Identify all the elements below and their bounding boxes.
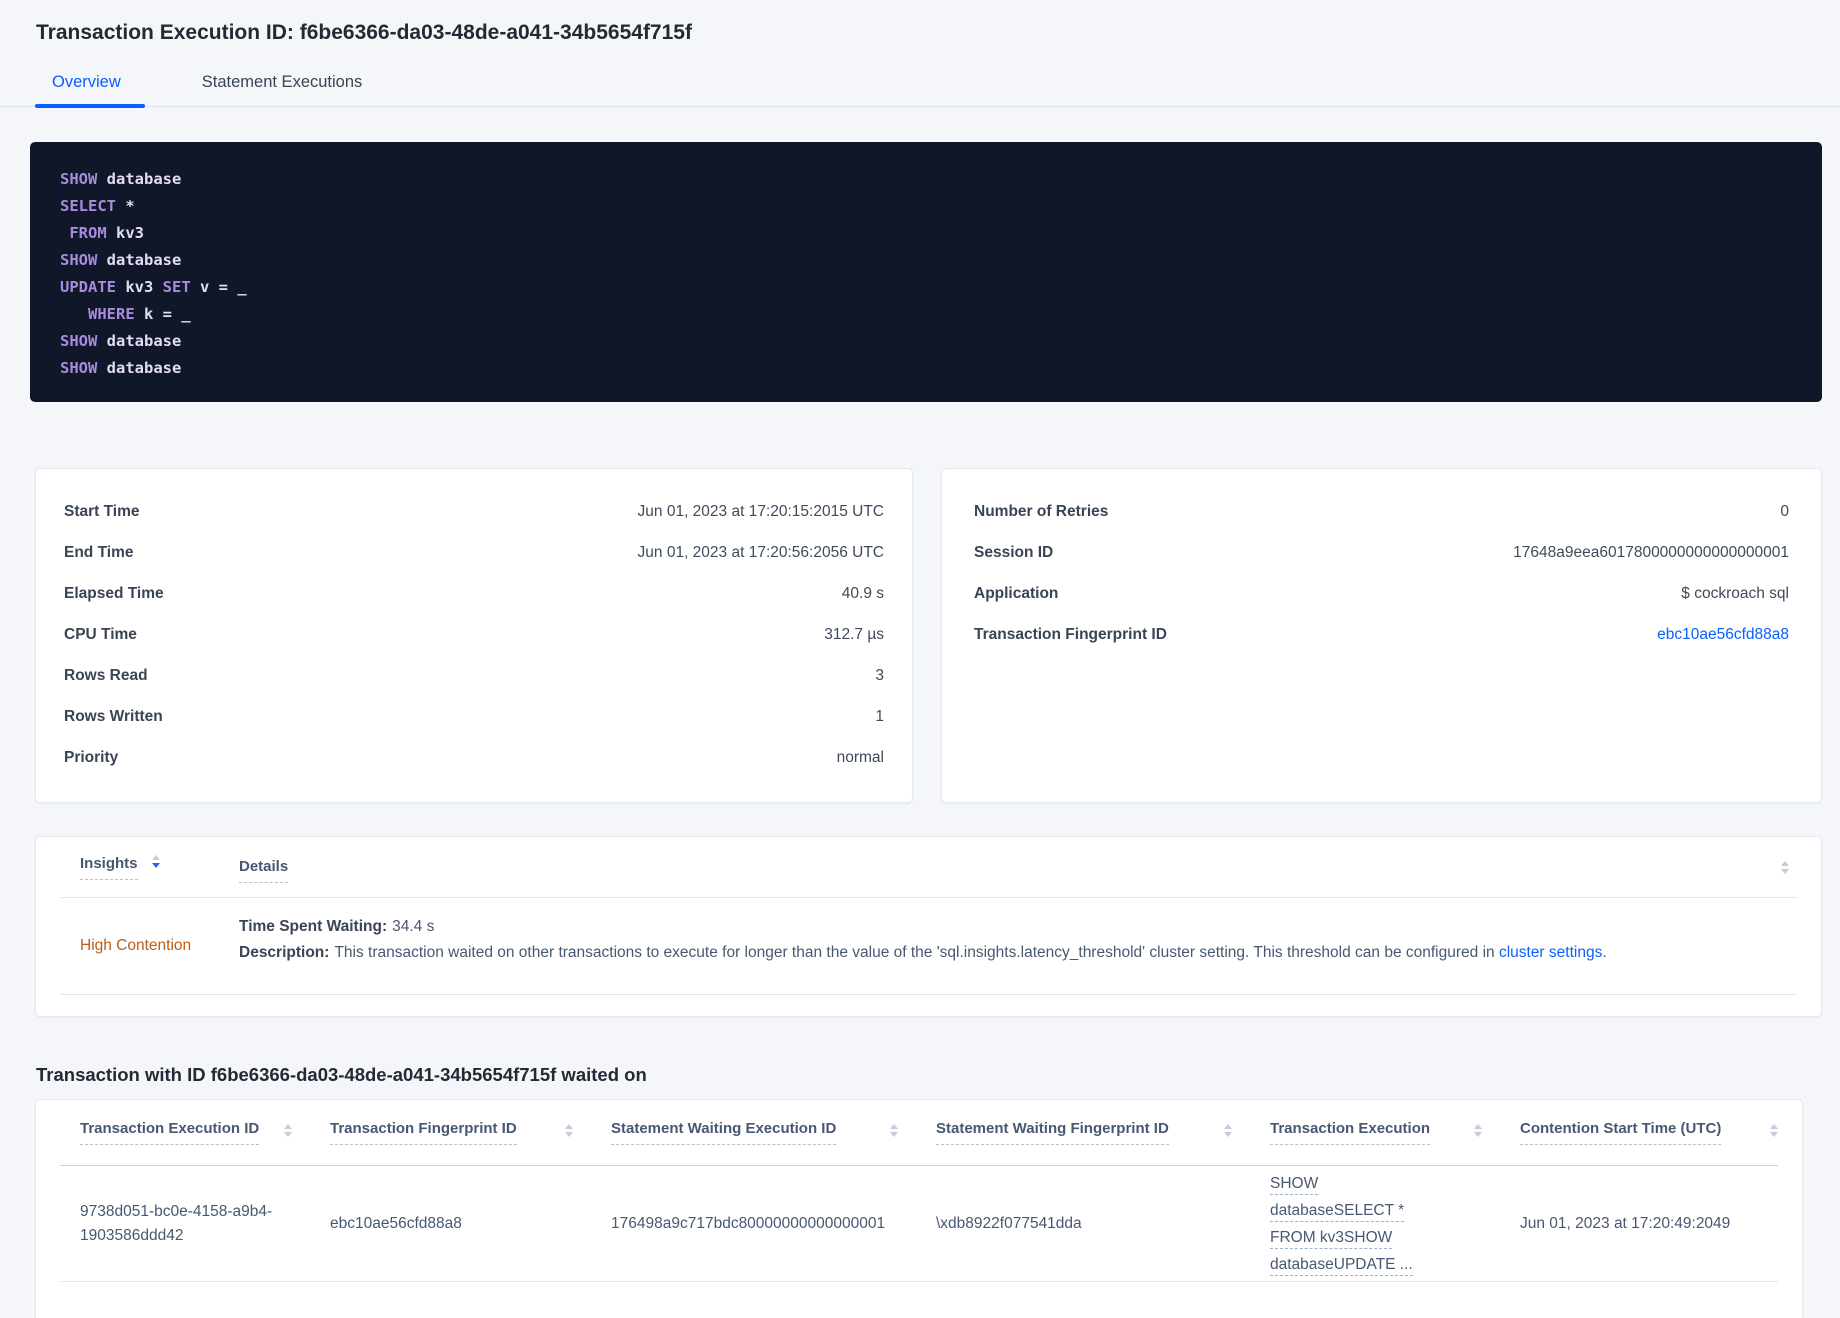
- details-column-header: Details: [239, 858, 289, 883]
- session-info-card: Number of Retries 0 Session ID 17648a9ee…: [941, 468, 1822, 803]
- sort-carets-icon[interactable]: [284, 1124, 292, 1137]
- column-header-transaction-execution-id[interactable]: Transaction Execution ID: [60, 1120, 330, 1145]
- summary-row: Rows Read 3: [64, 655, 884, 696]
- description-suffix: .: [1602, 944, 1607, 961]
- summary-label: Rows Written: [64, 707, 163, 725]
- summary-value: 312.7 µs: [824, 625, 884, 643]
- cell-statement-waiting-fingerprint-id: \xdb8922f077541dda: [936, 1214, 1082, 1232]
- execution-stats-card: Start Time Jun 01, 2023 at 17:20:15:2015…: [35, 468, 913, 803]
- insights-card: Insights Details High Contention Time Sp…: [35, 836, 1822, 1017]
- sort-carets-icon[interactable]: [1770, 1124, 1778, 1137]
- insight-row: High Contention Time Spent Waiting: 34.4 …: [60, 898, 1797, 995]
- summary-label: Transaction Fingerprint ID: [974, 625, 1167, 643]
- cell-statement-waiting-execution-id: 176498a9c717bdc80000000000000001: [611, 1214, 886, 1232]
- sort-carets-icon[interactable]: [151, 854, 160, 868]
- summary-label: End Time: [64, 543, 134, 561]
- sql-line: SHOW database: [60, 359, 182, 377]
- time-spent-waiting: Time Spent Waiting: 34.4 s: [239, 918, 1607, 936]
- sql-line: WHERE k = _: [60, 305, 191, 323]
- sql-line: SHOW database: [60, 251, 182, 269]
- summary-row: End Time Jun 01, 2023 at 17:20:56:2056 U…: [64, 532, 884, 573]
- summary-label: Session ID: [974, 543, 1054, 561]
- transaction-fingerprint-link[interactable]: ebc10ae56cfd88a8: [1657, 626, 1789, 644]
- summary-value: 1: [875, 707, 884, 725]
- summary-value: $ cockroach sql: [1681, 584, 1789, 602]
- insight-description: Description: This transaction waited on o…: [239, 944, 1607, 962]
- page-title: Transaction Execution ID: f6be6366-da03-…: [36, 21, 692, 44]
- description-label: Description:: [239, 944, 330, 961]
- summary-cards: Start Time Jun 01, 2023 at 17:20:15:2015…: [35, 468, 1822, 803]
- insight-details: Time Spent Waiting: 34.4 s Description: Th…: [239, 898, 1607, 994]
- waited-on-table-card: Transaction Execution ID Transaction Fin…: [35, 1099, 1803, 1318]
- column-header-statement-waiting-fingerprint-id[interactable]: Statement Waiting Fingerprint ID: [936, 1120, 1270, 1145]
- summary-value: 40.9 s: [841, 584, 884, 602]
- waited-on-table-header: Transaction Execution ID Transaction Fin…: [60, 1100, 1778, 1166]
- summary-label: Rows Read: [64, 666, 148, 684]
- summary-row: Start Time Jun 01, 2023 at 17:20:15:2015…: [64, 491, 884, 532]
- sort-carets-icon[interactable]: [1781, 860, 1789, 874]
- insights-column-label: Insights: [80, 855, 138, 880]
- summary-value: normal: [836, 748, 884, 766]
- summary-row: Session ID 17648a9eea6017800000000000000…: [974, 532, 1789, 573]
- column-header-statement-waiting-execution-id[interactable]: Statement Waiting Execution ID: [611, 1120, 936, 1145]
- cell-transaction-execution-id: 9738d051-bc0e-4158-a9b4-1903586ddd42: [80, 1202, 273, 1244]
- transaction-details-page: Transaction Execution ID: f6be6366-da03-…: [0, 20, 1840, 1318]
- column-header-transaction-fingerprint-id[interactable]: Transaction Fingerprint ID: [330, 1120, 611, 1145]
- column-header-transaction-execution[interactable]: Transaction Execution: [1270, 1120, 1520, 1145]
- waiting-label: Time Spent Waiting:: [239, 918, 388, 935]
- waited-on-heading: Transaction with ID f6be6366-da03-48de-a…: [36, 1064, 647, 1085]
- cell-contention-start-time: Jun 01, 2023 at 17:20:49:2049: [1520, 1214, 1731, 1232]
- tab-statement-executions[interactable]: Statement Executions: [185, 73, 387, 106]
- summary-row: Number of Retries 0: [974, 491, 1789, 532]
- summary-value: 0: [1780, 502, 1789, 520]
- summary-value: 17648a9eea6017800000000000000001: [1513, 543, 1789, 561]
- summary-label: Number of Retries: [974, 502, 1109, 520]
- sql-line: SHOW database: [60, 170, 182, 188]
- description-text: This transaction waited on other transac…: [334, 944, 1499, 961]
- table-row: 9738d051-bc0e-4158-a9b4-1903586ddd42 ebc…: [60, 1166, 1778, 1282]
- tab-overview[interactable]: Overview: [35, 73, 145, 108]
- cell-transaction-fingerprint-id: ebc10ae56cfd88a8: [330, 1214, 462, 1232]
- summary-value: Jun 01, 2023 at 17:20:15:2015 UTC: [637, 502, 884, 520]
- sql-line: SHOW database: [60, 332, 182, 350]
- tab-bar: Overview Statement Executions: [0, 73, 1840, 108]
- cluster-settings-link[interactable]: cluster settings: [1499, 944, 1602, 961]
- summary-label: CPU Time: [64, 625, 137, 643]
- insight-type-label: High Contention: [80, 937, 192, 954]
- summary-label: Start Time: [64, 502, 140, 520]
- sql-line: FROM kv3: [60, 224, 144, 242]
- sql-line: UPDATE kv3 SET v = _: [60, 278, 247, 296]
- summary-label: Elapsed Time: [64, 584, 164, 602]
- details-column-label: Details: [239, 858, 289, 883]
- summary-row: Elapsed Time 40.9 s: [64, 573, 884, 614]
- column-header-contention-start-time[interactable]: Contention Start Time (UTC): [1520, 1120, 1778, 1145]
- waiting-value: 34.4 s: [392, 918, 435, 935]
- summary-label: Application: [974, 584, 1059, 602]
- summary-row: Priority normal: [64, 737, 884, 778]
- sort-carets-icon[interactable]: [1224, 1124, 1232, 1137]
- summary-value: Jun 01, 2023 at 17:20:56:2056 UTC: [637, 543, 884, 561]
- summary-label: Priority: [64, 748, 119, 766]
- sort-carets-icon[interactable]: [890, 1124, 898, 1137]
- sort-carets-icon[interactable]: [1474, 1124, 1482, 1137]
- summary-row: Transaction Fingerprint ID ebc10ae56cfd8…: [974, 614, 1789, 655]
- insights-table-header: Insights Details: [60, 837, 1797, 898]
- cell-transaction-execution: SHOW databaseSELECT * FROM kv3SHOW datab…: [1270, 1170, 1520, 1278]
- insights-column-header[interactable]: Insights: [60, 854, 239, 880]
- summary-value: 3: [875, 666, 884, 684]
- summary-row: Rows Written 1: [64, 696, 884, 737]
- summary-row: CPU Time 312.7 µs: [64, 614, 884, 655]
- sql-statements-box: SHOW database SELECT * FROM kv3 SHOW datab…: [30, 142, 1822, 402]
- sort-carets-icon[interactable]: [565, 1124, 573, 1137]
- summary-row: Application $ cockroach sql: [974, 573, 1789, 614]
- transaction-execution-link[interactable]: SHOW databaseSELECT * FROM kv3SHOW datab…: [1270, 1174, 1413, 1276]
- sql-line: SELECT *: [60, 197, 135, 215]
